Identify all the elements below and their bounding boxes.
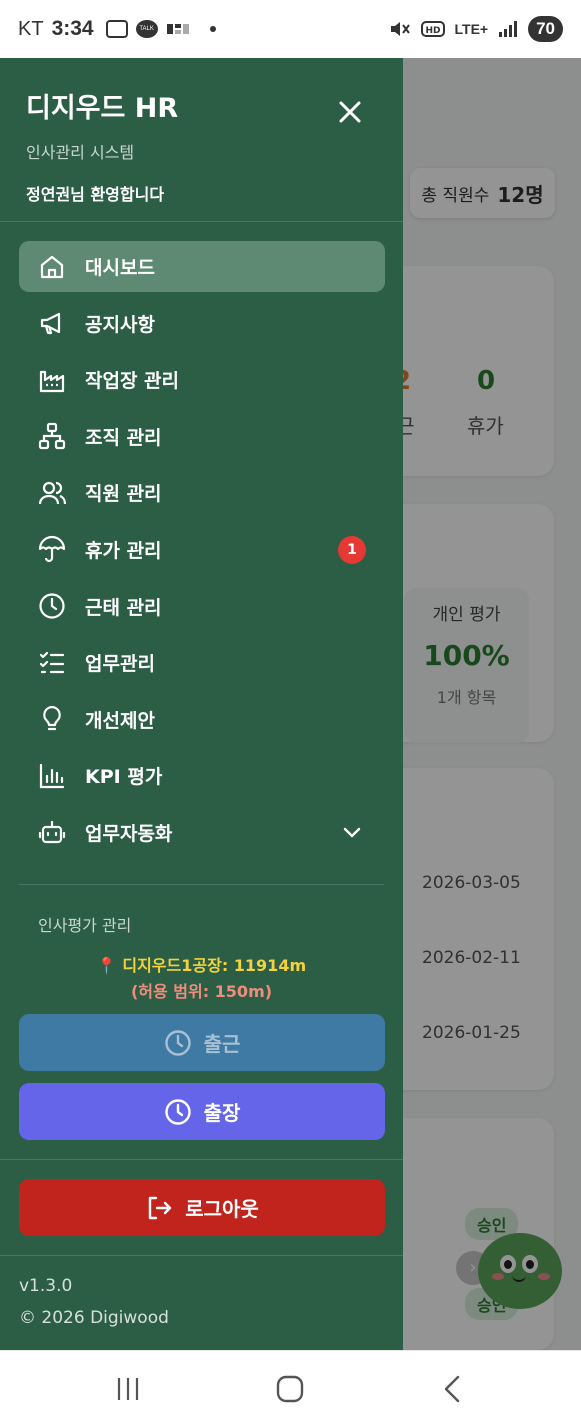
allowed-range: (허용 범위: 150m) — [130, 982, 273, 1001]
carrier-label: KT — [18, 17, 44, 40]
kakaotalk-icon: TALK — [135, 20, 158, 38]
nav-item-dashboard[interactable]: 대시보드 — [19, 241, 385, 292]
app-subtitle: 인사관리 시스템 — [26, 143, 135, 162]
status-bar: KT 3:34 TALK HD LTE+ 70 — [0, 0, 581, 58]
clock-time: 3:34 — [51, 17, 94, 40]
nav-item-suggestions[interactable]: 개선제안 — [19, 694, 385, 745]
logout-button[interactable]: 로그아웃 — [19, 1179, 385, 1236]
home-button-icon[interactable] — [274, 1373, 306, 1405]
nav-item-workplace[interactable]: 작업장 관리 — [19, 354, 385, 405]
close-icon[interactable] — [334, 96, 366, 128]
more-notifications-dot — [209, 26, 216, 32]
copyright: © 2026 Digiwood — [19, 1308, 169, 1328]
nav-item-label: 조직 관리 — [85, 426, 162, 449]
section-title: 인사평가 관리 — [38, 916, 132, 935]
navigation-drawer: 디지우드 HR 인사관리 시스템 정연권님 환영합니다 대시보드 공지사항 작업… — [0, 58, 403, 1350]
section-divider — [19, 884, 384, 885]
nav-item-label: 개선제안 — [85, 709, 155, 732]
nav-item-label: 대시보드 — [85, 257, 155, 279]
chevron-down-icon[interactable] — [341, 821, 363, 843]
nav-item-organization[interactable]: 조직 관리 — [19, 411, 385, 462]
back-icon[interactable] — [437, 1373, 469, 1405]
signal-icon — [499, 21, 518, 37]
nav-item-employees[interactable]: 직원 관리 — [19, 467, 385, 518]
nav-item-notices[interactable]: 공지사항 — [19, 298, 385, 349]
drawer-nav: 대시보드 공지사항 작업장 관리 조직 관리 직원 관리 휴가 관리 1 근태 … — [19, 241, 385, 864]
notification-icon — [166, 24, 189, 34]
location-distance: 📍 디지우드1공장: 11914m — [96, 956, 307, 975]
nav-item-label: 업무자동화 — [85, 822, 173, 845]
screenshot-icon — [105, 20, 128, 38]
logout-label: 로그아웃 — [185, 1197, 259, 1221]
check-in-button[interactable]: 출근 — [19, 1014, 385, 1071]
nav-item-kpi[interactable]: KPI 평가 — [19, 750, 385, 801]
lte-icon: LTE+ — [454, 21, 489, 37]
nav-item-tasks[interactable]: 업무관리 — [19, 637, 385, 688]
section-divider — [0, 1255, 403, 1256]
nav-item-attendance[interactable]: 근태 관리 — [19, 581, 385, 632]
battery-icon: 70 — [528, 16, 563, 42]
nav-item-label: KPI 평가 — [85, 766, 163, 789]
drawer-header: 디지우드 HR 인사관리 시스템 정연권님 환영합니다 — [0, 58, 403, 222]
clock-icon — [164, 1098, 191, 1125]
logout-icon — [148, 1196, 172, 1219]
mute-icon — [390, 22, 410, 36]
nav-item-label: 근태 관리 — [85, 596, 162, 619]
checklist-icon — [39, 651, 65, 673]
nav-item-label: 업무관리 — [85, 653, 155, 676]
bar-chart-icon — [39, 763, 65, 788]
factory-icon — [39, 370, 65, 392]
hd-icon: HD — [420, 21, 445, 37]
business-trip-label: 출장 — [203, 1101, 241, 1125]
nav-item-automation[interactable]: 업무자동화 — [19, 807, 385, 858]
system-nav-bar — [0, 1350, 581, 1426]
nav-item-label: 휴가 관리 — [85, 539, 162, 562]
section-divider — [0, 1159, 403, 1160]
check-in-label: 출근 — [203, 1032, 241, 1056]
nav-item-label: 직원 관리 — [85, 483, 162, 506]
nav-item-leave[interactable]: 휴가 관리 1 — [19, 524, 385, 575]
org-chart-icon — [38, 423, 66, 450]
svg-text:HD: HD — [425, 26, 440, 36]
recent-apps-icon[interactable] — [112, 1373, 144, 1405]
notification-badge: 1 — [338, 535, 366, 564]
lightbulb-icon — [43, 706, 61, 731]
business-trip-button[interactable]: 출장 — [19, 1083, 385, 1140]
nav-item-label: 작업장 관리 — [85, 370, 180, 393]
megaphone-icon — [40, 312, 61, 335]
clock-icon — [164, 1029, 191, 1056]
users-icon — [38, 481, 66, 504]
umbrella-icon — [38, 536, 66, 563]
app-title: 디지우드 HR — [26, 93, 179, 124]
home-icon — [40, 255, 64, 278]
welcome-message: 정연권님 환영합니다 — [26, 185, 165, 204]
nav-item-label: 공지사항 — [85, 313, 155, 336]
bot-icon — [38, 821, 66, 844]
app-version: v1.3.0 — [19, 1276, 73, 1296]
clock-icon — [39, 593, 65, 619]
